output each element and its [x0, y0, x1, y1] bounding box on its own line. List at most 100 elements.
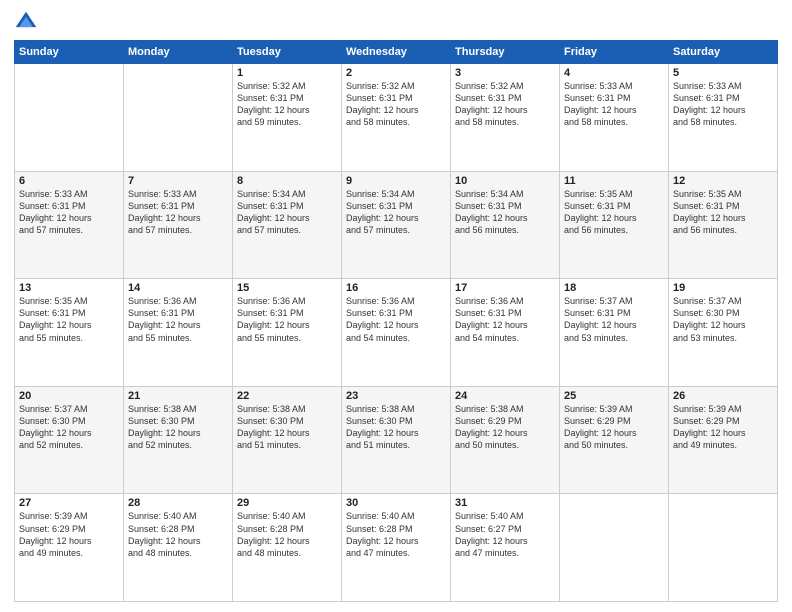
day-number: 2	[346, 67, 446, 79]
day-number: 31	[455, 497, 555, 509]
calendar-cell: 15Sunrise: 5:36 AM Sunset: 6:31 PM Dayli…	[233, 279, 342, 387]
day-number: 11	[564, 175, 664, 187]
day-info: Sunrise: 5:38 AM Sunset: 6:30 PM Dayligh…	[346, 403, 446, 452]
day-info: Sunrise: 5:34 AM Sunset: 6:31 PM Dayligh…	[237, 188, 337, 237]
day-info: Sunrise: 5:38 AM Sunset: 6:30 PM Dayligh…	[237, 403, 337, 452]
day-number: 18	[564, 282, 664, 294]
weekday-header: Saturday	[669, 41, 778, 64]
calendar-cell: 20Sunrise: 5:37 AM Sunset: 6:30 PM Dayli…	[15, 386, 124, 494]
calendar-cell: 13Sunrise: 5:35 AM Sunset: 6:31 PM Dayli…	[15, 279, 124, 387]
day-info: Sunrise: 5:32 AM Sunset: 6:31 PM Dayligh…	[455, 80, 555, 129]
calendar-header-row: SundayMondayTuesdayWednesdayThursdayFrid…	[15, 41, 778, 64]
day-info: Sunrise: 5:40 AM Sunset: 6:28 PM Dayligh…	[237, 510, 337, 559]
day-info: Sunrise: 5:36 AM Sunset: 6:31 PM Dayligh…	[346, 295, 446, 344]
weekday-header: Monday	[124, 41, 233, 64]
day-info: Sunrise: 5:34 AM Sunset: 6:31 PM Dayligh…	[455, 188, 555, 237]
day-number: 28	[128, 497, 228, 509]
calendar-cell: 3Sunrise: 5:32 AM Sunset: 6:31 PM Daylig…	[451, 64, 560, 172]
calendar-cell: 18Sunrise: 5:37 AM Sunset: 6:31 PM Dayli…	[560, 279, 669, 387]
calendar-cell: 1Sunrise: 5:32 AM Sunset: 6:31 PM Daylig…	[233, 64, 342, 172]
calendar-week-row: 13Sunrise: 5:35 AM Sunset: 6:31 PM Dayli…	[15, 279, 778, 387]
weekday-header: Friday	[560, 41, 669, 64]
calendar-cell: 8Sunrise: 5:34 AM Sunset: 6:31 PM Daylig…	[233, 171, 342, 279]
day-info: Sunrise: 5:32 AM Sunset: 6:31 PM Dayligh…	[346, 80, 446, 129]
day-number: 1	[237, 67, 337, 79]
day-info: Sunrise: 5:37 AM Sunset: 6:30 PM Dayligh…	[673, 295, 773, 344]
calendar-cell: 14Sunrise: 5:36 AM Sunset: 6:31 PM Dayli…	[124, 279, 233, 387]
day-info: Sunrise: 5:33 AM Sunset: 6:31 PM Dayligh…	[673, 80, 773, 129]
calendar-table: SundayMondayTuesdayWednesdayThursdayFrid…	[14, 40, 778, 602]
calendar-cell: 31Sunrise: 5:40 AM Sunset: 6:27 PM Dayli…	[451, 494, 560, 602]
day-number: 13	[19, 282, 119, 294]
day-info: Sunrise: 5:37 AM Sunset: 6:31 PM Dayligh…	[564, 295, 664, 344]
calendar-cell	[124, 64, 233, 172]
day-info: Sunrise: 5:35 AM Sunset: 6:31 PM Dayligh…	[564, 188, 664, 237]
weekday-header: Tuesday	[233, 41, 342, 64]
calendar-cell: 11Sunrise: 5:35 AM Sunset: 6:31 PM Dayli…	[560, 171, 669, 279]
day-info: Sunrise: 5:40 AM Sunset: 6:28 PM Dayligh…	[346, 510, 446, 559]
calendar-cell: 28Sunrise: 5:40 AM Sunset: 6:28 PM Dayli…	[124, 494, 233, 602]
day-info: Sunrise: 5:32 AM Sunset: 6:31 PM Dayligh…	[237, 80, 337, 129]
weekday-header: Thursday	[451, 41, 560, 64]
day-info: Sunrise: 5:39 AM Sunset: 6:29 PM Dayligh…	[19, 510, 119, 559]
calendar-cell	[15, 64, 124, 172]
day-number: 17	[455, 282, 555, 294]
day-number: 21	[128, 390, 228, 402]
calendar-cell: 17Sunrise: 5:36 AM Sunset: 6:31 PM Dayli…	[451, 279, 560, 387]
calendar-cell: 10Sunrise: 5:34 AM Sunset: 6:31 PM Dayli…	[451, 171, 560, 279]
header	[14, 10, 778, 34]
calendar-week-row: 27Sunrise: 5:39 AM Sunset: 6:29 PM Dayli…	[15, 494, 778, 602]
day-info: Sunrise: 5:38 AM Sunset: 6:30 PM Dayligh…	[128, 403, 228, 452]
calendar-cell: 21Sunrise: 5:38 AM Sunset: 6:30 PM Dayli…	[124, 386, 233, 494]
day-info: Sunrise: 5:39 AM Sunset: 6:29 PM Dayligh…	[564, 403, 664, 452]
day-number: 23	[346, 390, 446, 402]
day-info: Sunrise: 5:33 AM Sunset: 6:31 PM Dayligh…	[128, 188, 228, 237]
day-number: 6	[19, 175, 119, 187]
day-number: 29	[237, 497, 337, 509]
day-info: Sunrise: 5:39 AM Sunset: 6:29 PM Dayligh…	[673, 403, 773, 452]
day-number: 8	[237, 175, 337, 187]
day-info: Sunrise: 5:40 AM Sunset: 6:28 PM Dayligh…	[128, 510, 228, 559]
day-info: Sunrise: 5:33 AM Sunset: 6:31 PM Dayligh…	[19, 188, 119, 237]
calendar-cell: 24Sunrise: 5:38 AM Sunset: 6:29 PM Dayli…	[451, 386, 560, 494]
day-number: 3	[455, 67, 555, 79]
day-number: 10	[455, 175, 555, 187]
logo	[14, 10, 42, 34]
day-info: Sunrise: 5:38 AM Sunset: 6:29 PM Dayligh…	[455, 403, 555, 452]
day-info: Sunrise: 5:36 AM Sunset: 6:31 PM Dayligh…	[237, 295, 337, 344]
calendar-cell	[669, 494, 778, 602]
day-number: 27	[19, 497, 119, 509]
day-info: Sunrise: 5:35 AM Sunset: 6:31 PM Dayligh…	[19, 295, 119, 344]
weekday-header: Sunday	[15, 41, 124, 64]
calendar-week-row: 20Sunrise: 5:37 AM Sunset: 6:30 PM Dayli…	[15, 386, 778, 494]
calendar-cell: 12Sunrise: 5:35 AM Sunset: 6:31 PM Dayli…	[669, 171, 778, 279]
day-info: Sunrise: 5:36 AM Sunset: 6:31 PM Dayligh…	[128, 295, 228, 344]
calendar-cell: 9Sunrise: 5:34 AM Sunset: 6:31 PM Daylig…	[342, 171, 451, 279]
calendar-cell: 26Sunrise: 5:39 AM Sunset: 6:29 PM Dayli…	[669, 386, 778, 494]
day-number: 25	[564, 390, 664, 402]
day-number: 12	[673, 175, 773, 187]
calendar-cell: 6Sunrise: 5:33 AM Sunset: 6:31 PM Daylig…	[15, 171, 124, 279]
calendar-cell: 16Sunrise: 5:36 AM Sunset: 6:31 PM Dayli…	[342, 279, 451, 387]
day-info: Sunrise: 5:40 AM Sunset: 6:27 PM Dayligh…	[455, 510, 555, 559]
page: SundayMondayTuesdayWednesdayThursdayFrid…	[0, 0, 792, 612]
day-number: 9	[346, 175, 446, 187]
day-info: Sunrise: 5:33 AM Sunset: 6:31 PM Dayligh…	[564, 80, 664, 129]
calendar-cell: 25Sunrise: 5:39 AM Sunset: 6:29 PM Dayli…	[560, 386, 669, 494]
day-number: 15	[237, 282, 337, 294]
calendar-week-row: 6Sunrise: 5:33 AM Sunset: 6:31 PM Daylig…	[15, 171, 778, 279]
calendar-cell: 30Sunrise: 5:40 AM Sunset: 6:28 PM Dayli…	[342, 494, 451, 602]
calendar-cell: 22Sunrise: 5:38 AM Sunset: 6:30 PM Dayli…	[233, 386, 342, 494]
day-info: Sunrise: 5:37 AM Sunset: 6:30 PM Dayligh…	[19, 403, 119, 452]
calendar-cell: 5Sunrise: 5:33 AM Sunset: 6:31 PM Daylig…	[669, 64, 778, 172]
day-number: 19	[673, 282, 773, 294]
day-number: 24	[455, 390, 555, 402]
calendar-cell: 27Sunrise: 5:39 AM Sunset: 6:29 PM Dayli…	[15, 494, 124, 602]
calendar-cell: 23Sunrise: 5:38 AM Sunset: 6:30 PM Dayli…	[342, 386, 451, 494]
day-number: 26	[673, 390, 773, 402]
day-number: 22	[237, 390, 337, 402]
day-number: 5	[673, 67, 773, 79]
day-number: 20	[19, 390, 119, 402]
logo-icon	[14, 10, 38, 34]
calendar-cell: 19Sunrise: 5:37 AM Sunset: 6:30 PM Dayli…	[669, 279, 778, 387]
